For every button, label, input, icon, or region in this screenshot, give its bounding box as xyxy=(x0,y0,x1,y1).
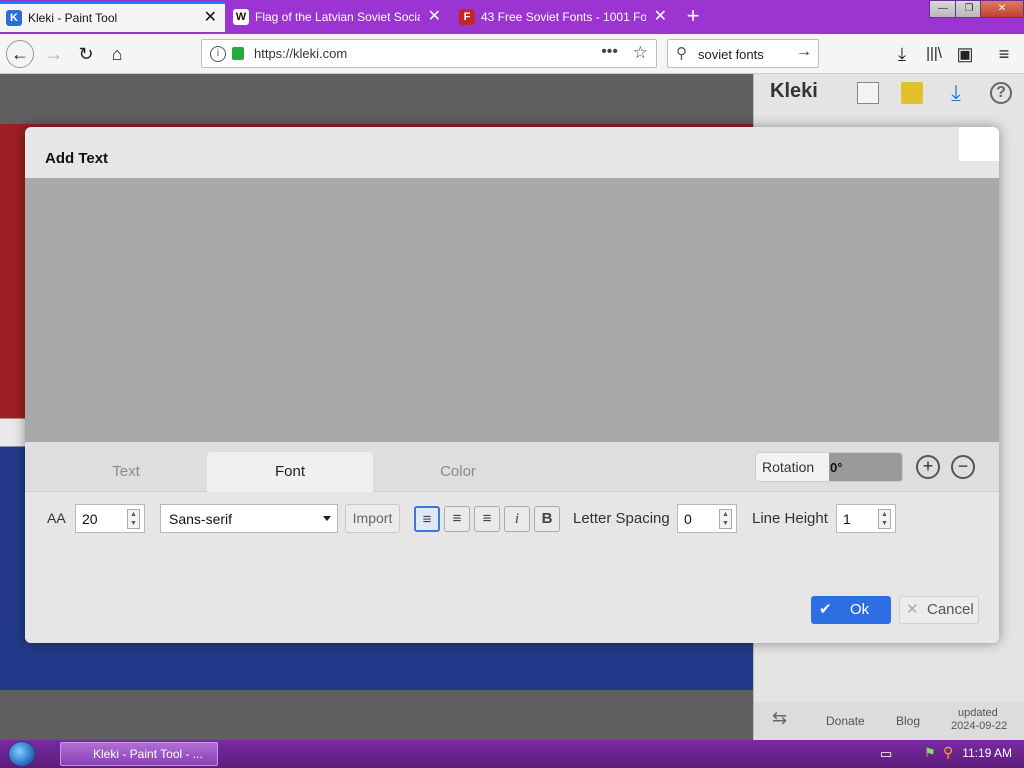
tab-title: Flag of the Latvian Soviet Socia xyxy=(255,10,420,24)
ok-label: Ok xyxy=(850,601,870,618)
reload-button[interactable]: ↻ xyxy=(74,42,98,66)
page-actions-icon[interactable]: ••• xyxy=(601,43,618,61)
tab-text[interactable]: Text xyxy=(43,452,209,492)
tab-soviet-fonts[interactable]: F 43 Free Soviet Fonts - 1001 Font ✕ xyxy=(453,2,675,32)
panel-footer: ⇆ Donate Blog updated 2024-09-22 xyxy=(754,702,1024,740)
font-size-input[interactable]: 20 ▲ ▼ xyxy=(75,504,145,533)
tab-kleki[interactable]: K Kleki - Paint Tool ✕ xyxy=(0,2,225,32)
letter-spacing-label: Letter Spacing xyxy=(573,510,670,527)
line-height-input[interactable]: 1 ▲ ▼ xyxy=(836,504,896,533)
italic-icon[interactable]: i xyxy=(504,506,530,532)
search-tray-icon[interactable]: ⚲ xyxy=(943,744,953,761)
updated-date: 2024-09-22 xyxy=(951,720,1008,732)
help-icon[interactable]: ? xyxy=(990,82,1012,104)
rotation-slider[interactable]: Rotation 0° xyxy=(755,452,903,482)
taskbar-clock[interactable]: 11:19 AM xyxy=(962,746,1012,760)
forward-button[interactable]: → xyxy=(42,42,66,66)
font-controls: AA 20 ▲ ▼ Sans-serif Import ≡ ≡ ≡ i B Let… xyxy=(25,493,999,643)
import-font-button[interactable]: Import xyxy=(345,504,400,533)
zoom-in-icon[interactable]: + xyxy=(916,455,940,479)
tab-title: 43 Free Soviet Fonts - 1001 Font xyxy=(481,10,646,24)
maximize-window-button[interactable]: ❐ xyxy=(955,0,983,18)
os-taskbar: Kleki - Paint Tool - ... ▭ ⚑ ⚲ 11:19 AM xyxy=(0,740,1024,768)
close-window-button[interactable]: ✕ xyxy=(980,0,1024,18)
taskbar-item-kleki[interactable]: Kleki - Paint Tool - ... xyxy=(60,742,218,766)
search-box[interactable]: ⚲ soviet fonts → xyxy=(667,39,819,68)
browser-tab-bar: K Kleki - Paint Tool ✕ W Flag of the Lat… xyxy=(0,0,1024,34)
start-button[interactable] xyxy=(8,741,36,767)
ok-button[interactable]: ✔ Ok xyxy=(811,596,891,624)
keyboard-icon[interactable]: ▭ xyxy=(880,746,892,762)
font-size-icon: AA xyxy=(47,510,66,526)
add-text-dialog: Add Text Text Font Color Rotation 0° + −… xyxy=(25,127,999,643)
align-center-icon[interactable]: ≡ xyxy=(444,506,470,532)
dialog-title: Add Text xyxy=(45,150,109,167)
align-left-icon[interactable]: ≡ xyxy=(414,506,440,532)
library-icon[interactable]: |||\ xyxy=(922,42,946,66)
search-icon: ⚲ xyxy=(676,45,687,62)
tab-font[interactable]: Font xyxy=(207,452,373,492)
tab-title: Kleki - Paint Tool xyxy=(28,11,118,25)
updated-label: updated xyxy=(958,707,998,719)
swap-icon[interactable]: ⇆ xyxy=(772,708,787,729)
dialog-tabs: Text Font Color Rotation 0° + − xyxy=(25,442,999,492)
line-height-label: Line Height xyxy=(752,510,828,527)
letter-spacing-input[interactable]: 0 ▲ ▼ xyxy=(677,504,737,533)
cancel-button[interactable]: ✕ Cancel xyxy=(899,596,979,624)
network-icon[interactable]: ⚑ xyxy=(924,745,936,761)
bold-icon[interactable]: B xyxy=(534,506,560,532)
home-button[interactable]: ⌂ xyxy=(105,42,129,66)
info-icon[interactable]: i xyxy=(210,46,226,62)
search-go-icon[interactable]: → xyxy=(796,43,812,61)
kleki-favicon-icon: K xyxy=(6,10,22,26)
chevron-down-icon xyxy=(323,516,331,521)
tab-wikipedia-flag[interactable]: W Flag of the Latvian Soviet Socia ✕ xyxy=(227,2,449,32)
new-image-icon[interactable] xyxy=(857,82,879,104)
address-bar[interactable]: i https://kleki.com ••• ☆ xyxy=(201,39,657,68)
back-button[interactable]: ← xyxy=(6,40,34,68)
downloads-icon[interactable]: ⤓ xyxy=(890,42,914,66)
letter-spacing-value[interactable]: 0 xyxy=(684,511,692,527)
align-right-icon[interactable]: ≡ xyxy=(474,506,500,532)
url-text[interactable]: https://kleki.com xyxy=(254,46,347,61)
zoom-out-icon[interactable]: − xyxy=(951,455,975,479)
blog-link[interactable]: Blog xyxy=(896,714,920,728)
rotation-value[interactable]: 0° xyxy=(829,453,902,481)
taskbar-task-label: Kleki - Paint Tool - ... xyxy=(93,747,203,761)
tab-color[interactable]: Color xyxy=(375,452,541,492)
letter-spacing-stepper-icon[interactable]: ▲ ▼ xyxy=(719,509,732,529)
font-size-value[interactable]: 20 xyxy=(82,511,98,527)
new-tab-button[interactable]: + xyxy=(683,5,703,27)
close-tab-icon[interactable]: ✕ xyxy=(654,9,667,25)
save-icon[interactable] xyxy=(901,82,923,104)
font-family-select[interactable]: Sans-serif xyxy=(160,504,338,533)
dialog-close-button[interactable] xyxy=(959,127,999,161)
menu-icon[interactable]: ≡ xyxy=(992,42,1016,66)
rotation-label: Rotation xyxy=(762,459,815,475)
close-icon: ✕ xyxy=(906,601,919,618)
cancel-label: Cancel xyxy=(927,601,974,618)
close-tab-icon[interactable]: ✕ xyxy=(204,10,217,26)
wikipedia-favicon-icon: W xyxy=(233,9,249,25)
checkmark-icon: ✔ xyxy=(819,601,832,618)
lock-icon xyxy=(232,47,244,60)
line-height-stepper-icon[interactable]: ▲ ▼ xyxy=(878,509,891,529)
close-tab-icon[interactable]: ✕ xyxy=(428,9,441,25)
download-icon[interactable]: ⤓ xyxy=(945,82,967,104)
browser-nav-bar: ← → ↻ ⌂ i https://kleki.com ••• ☆ ⚲ sovi… xyxy=(0,34,1024,74)
font-family-value: Sans-serif xyxy=(169,511,233,527)
kleki-logo: Kleki xyxy=(770,80,818,102)
line-height-value[interactable]: 1 xyxy=(843,511,851,527)
donate-link[interactable]: Donate xyxy=(826,714,865,728)
text-preview-area[interactable] xyxy=(25,178,999,442)
search-input[interactable]: soviet fonts xyxy=(698,47,764,62)
font-size-stepper-icon[interactable]: ▲ ▼ xyxy=(127,509,140,529)
sidebar-icon[interactable]: ▣ xyxy=(953,42,977,66)
bookmark-star-icon[interactable]: ☆ xyxy=(633,43,648,63)
minimize-window-button[interactable]: — xyxy=(929,0,957,18)
fonts-favicon-icon: F xyxy=(459,9,475,25)
